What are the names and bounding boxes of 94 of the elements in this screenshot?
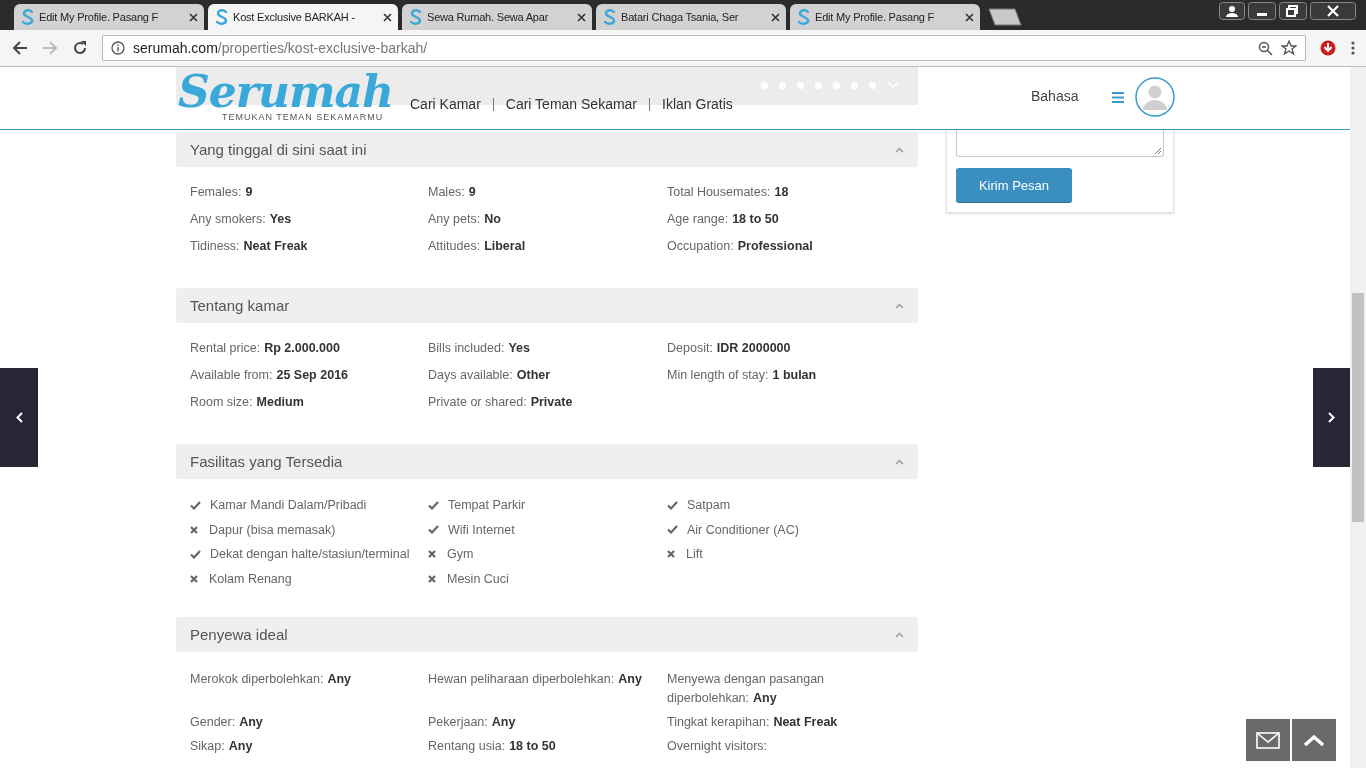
facility-label: Wifi Internet xyxy=(448,521,515,539)
section-header[interactable]: Fasilitas yang Tersedia xyxy=(176,444,918,479)
detail-text: Tingkat kerapihan: Neat Freak xyxy=(667,714,839,731)
close-icon[interactable] xyxy=(1310,2,1356,20)
send-button[interactable]: Kirim Pesan xyxy=(956,168,1072,202)
scroll-top-button[interactable] xyxy=(1292,719,1336,761)
detail-text: Tidiness: Neat Freak xyxy=(190,238,309,255)
nav-link[interactable]: Iklan Gratis xyxy=(662,96,733,112)
facility-label: Kolam Renang xyxy=(209,570,292,588)
forward-icon[interactable] xyxy=(42,40,58,56)
detail-text: Rentang usia: 18 to 50 xyxy=(428,738,557,755)
browser-tab[interactable]: Sewa Rumah. Sewa Apar xyxy=(402,4,592,30)
detail-text: Hewan peliharaan diperbolehkan: Any xyxy=(428,671,643,688)
envelope-icon xyxy=(1256,731,1280,749)
facility-label: Gym xyxy=(447,546,474,563)
section-header[interactable]: Penyewa ideal xyxy=(176,617,918,652)
s-logo-icon xyxy=(410,9,422,25)
logo-tagline: TEMUKAN TEMAN SEKAMARMU xyxy=(222,112,385,122)
url-path: /properties/kost-exclusive-barkah/ xyxy=(217,40,428,56)
section-header[interactable]: Yang tinggal di sini saat ini xyxy=(176,132,918,167)
info-icon xyxy=(111,41,125,55)
detail-text: Overnight visitors: xyxy=(667,738,769,755)
address-bar[interactable]: serumah.com/properties/kost-exclusive-barkah/ xyxy=(102,35,1306,61)
s-logo-icon xyxy=(22,9,34,25)
scroll-thumb[interactable] xyxy=(1352,293,1364,522)
chevron-up-icon xyxy=(1303,733,1325,747)
detail-text: Age range: 18 to 50 xyxy=(667,211,780,228)
facility-label: Mesin Cuci xyxy=(447,570,509,588)
new-tab-button[interactable] xyxy=(988,8,1022,26)
detail-text: Bills included: Yes xyxy=(428,340,531,357)
close-icon[interactable] xyxy=(383,12,392,22)
detail-text: Rental price: Rp 2.000.000 xyxy=(190,340,341,357)
detail-text: Any smokers: Yes xyxy=(190,211,293,228)
section-header[interactable]: Tentang kamar xyxy=(176,288,918,323)
detail-text: Available from: 25 Sep 2016 xyxy=(190,367,350,384)
browser-tab[interactable]: Batari Chaga Tsania, Ser xyxy=(596,4,786,30)
download-icon[interactable] xyxy=(1320,40,1336,56)
message-field[interactable] xyxy=(956,130,1164,157)
chevron-up-icon[interactable] xyxy=(895,146,904,153)
facility-label: Air Conditioner (AC) xyxy=(687,521,799,539)
detail-text: Any pets: No xyxy=(428,211,502,228)
mail-button[interactable] xyxy=(1246,719,1290,761)
s-logo-icon xyxy=(604,9,616,25)
detail-text: Gender: Any xyxy=(190,714,264,731)
detail-text: Menyewa dengan pasangan diperbolehkan: Any xyxy=(667,671,826,707)
s-logo-icon xyxy=(216,9,228,25)
detail-text: Deposit: IDR 2000000 xyxy=(667,340,792,357)
resize-handle-icon[interactable] xyxy=(1154,147,1161,154)
close-icon[interactable] xyxy=(577,12,586,22)
minimize-icon[interactable] xyxy=(1248,2,1276,20)
chevron-right-icon xyxy=(1328,412,1335,423)
browser-tab[interactable]: Edit My Profile. Pasang F xyxy=(14,4,204,30)
nav-link[interactable]: Cari Teman Sekamar xyxy=(505,96,638,112)
close-icon[interactable] xyxy=(965,12,974,22)
detail-text: Min length of stay: 1 bulan xyxy=(667,367,818,384)
menu-icon[interactable] xyxy=(1350,40,1356,56)
detail-text: Males: 9 xyxy=(428,184,477,201)
chevron-up-icon[interactable] xyxy=(895,458,904,465)
detail-text: Pekerjaan: Any xyxy=(428,714,517,731)
facility-label: Lift xyxy=(686,546,703,563)
detail-text: Occupation: Professional xyxy=(667,238,814,255)
facility-label: Satpam xyxy=(687,497,731,514)
facility-label: Kamar Mandi Dalam/Pribadi xyxy=(210,497,367,514)
detail-text: Merokok diperbolehkan: Any xyxy=(190,671,353,688)
facility-label: Dapur (bisa memasak) xyxy=(209,521,336,539)
close-icon[interactable] xyxy=(189,12,198,22)
browser-tab[interactable]: Edit My Profile. Pasang F xyxy=(790,4,980,30)
detail-text: Private or shared: Private xyxy=(428,394,574,411)
star-icon[interactable] xyxy=(1281,40,1297,56)
avatar-icon[interactable] xyxy=(1135,77,1175,117)
browser-tab[interactable]: Kost Exclusive BARKAH - xyxy=(208,4,398,30)
chevron-up-icon[interactable] xyxy=(895,631,904,638)
language-link[interactable]: Bahasa xyxy=(1031,88,1079,104)
detail-text: Total Housemates: 18 xyxy=(667,184,790,201)
menu-icon[interactable] xyxy=(1112,92,1124,103)
close-icon[interactable] xyxy=(771,12,780,22)
s-logo-icon xyxy=(798,9,810,25)
maximize-icon[interactable] xyxy=(1279,2,1307,20)
detail-text: Room size: Medium xyxy=(190,394,305,411)
facility-label: Tempat Parkir xyxy=(448,497,526,514)
detail-text: Attitudes: Liberal xyxy=(428,238,527,255)
back-icon[interactable] xyxy=(12,40,28,56)
zoom-icon[interactable] xyxy=(1258,40,1273,56)
detail-text: Females: 9 xyxy=(190,184,254,201)
reload-icon[interactable] xyxy=(72,40,88,56)
user-icon[interactable] xyxy=(1219,2,1245,20)
detail-text: Sikap: Any xyxy=(190,738,254,755)
url-domain: serumah.com xyxy=(133,40,218,56)
chevron-left-icon xyxy=(15,412,23,423)
facility-label: Dekat dengan halte/stasiun/terminal xyxy=(210,546,410,563)
nav-link[interactable]: Cari Kamar xyxy=(410,96,481,112)
detail-text: Days available: Other xyxy=(428,367,552,384)
chevron-up-icon[interactable] xyxy=(895,302,904,309)
scrollbar[interactable] xyxy=(1350,67,1366,768)
